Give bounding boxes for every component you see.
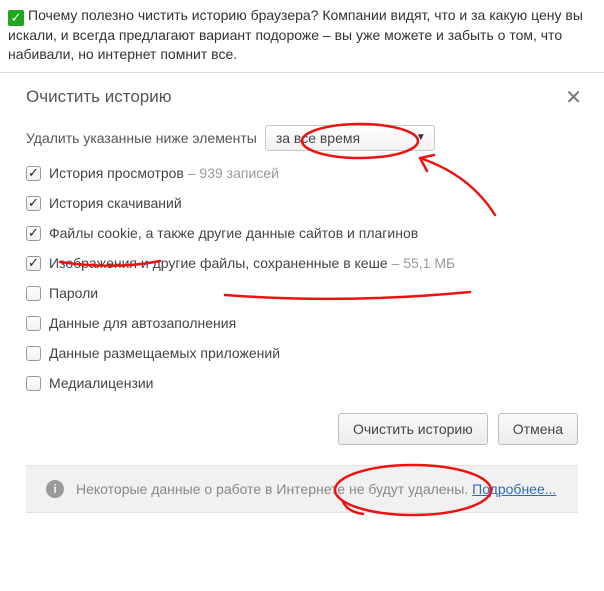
tip-note: ✓Почему полезно чистить историю браузера… xyxy=(0,0,604,73)
close-icon[interactable]: ✕ xyxy=(565,85,582,110)
check-icon: ✓ xyxy=(8,10,24,26)
select-label: Удалить указанные ниже элементы xyxy=(26,130,257,146)
option-row: История скачиваний xyxy=(26,195,578,211)
checkbox[interactable] xyxy=(26,376,41,391)
option-row: Изображения и другие файлы, сохраненные … xyxy=(26,255,578,271)
checkbox[interactable] xyxy=(26,286,41,301)
checkbox[interactable] xyxy=(26,166,41,181)
option-label: Изображения и другие файлы, сохраненные … xyxy=(49,255,388,271)
learn-more-link[interactable]: Подробнее... xyxy=(472,481,556,497)
option-row: Пароли xyxy=(26,285,578,301)
option-label: Данные размещаемых приложений xyxy=(49,345,280,361)
option-suffix: – 55,1 МБ xyxy=(388,255,456,271)
checkbox[interactable] xyxy=(26,316,41,331)
footer-text: Некоторые данные о работе в Интернете не… xyxy=(76,481,468,497)
option-label: Медиалицензии xyxy=(49,375,154,391)
cancel-button[interactable]: Отмена xyxy=(498,413,578,445)
checkbox[interactable] xyxy=(26,226,41,241)
checkbox[interactable] xyxy=(26,346,41,361)
footer-bar: i Некоторые данные о работе в Интернете … xyxy=(26,465,578,513)
option-label: История скачиваний xyxy=(49,195,182,211)
checkbox[interactable] xyxy=(26,196,41,211)
option-row: Файлы cookie, а также другие данные сайт… xyxy=(26,225,578,241)
dialog-title: Очистить историю xyxy=(26,87,578,107)
option-row: Данные размещаемых приложений xyxy=(26,345,578,361)
option-label: Данные для автозаполнения xyxy=(49,315,236,331)
option-suffix: – 939 записей xyxy=(184,165,279,181)
info-icon: i xyxy=(46,480,64,498)
option-label: История просмотров xyxy=(49,165,184,181)
tip-text: Почему полезно чистить историю браузера?… xyxy=(8,7,583,62)
clear-history-dialog: ✕ Очистить историю Удалить указанные ниж… xyxy=(0,73,604,513)
time-range-select[interactable]: за все время ▼ xyxy=(265,125,435,151)
clear-history-button[interactable]: Очистить историю xyxy=(338,413,488,445)
option-row: История просмотров – 939 записей xyxy=(26,165,578,181)
select-value: за все время xyxy=(276,130,360,146)
option-row: Медиалицензии xyxy=(26,375,578,391)
checkbox[interactable] xyxy=(26,256,41,271)
option-row: Данные для автозаполнения xyxy=(26,315,578,331)
option-label: Файлы cookie, а также другие данные сайт… xyxy=(49,225,418,241)
option-label: Пароли xyxy=(49,285,98,301)
chevron-down-icon: ▼ xyxy=(416,132,426,143)
